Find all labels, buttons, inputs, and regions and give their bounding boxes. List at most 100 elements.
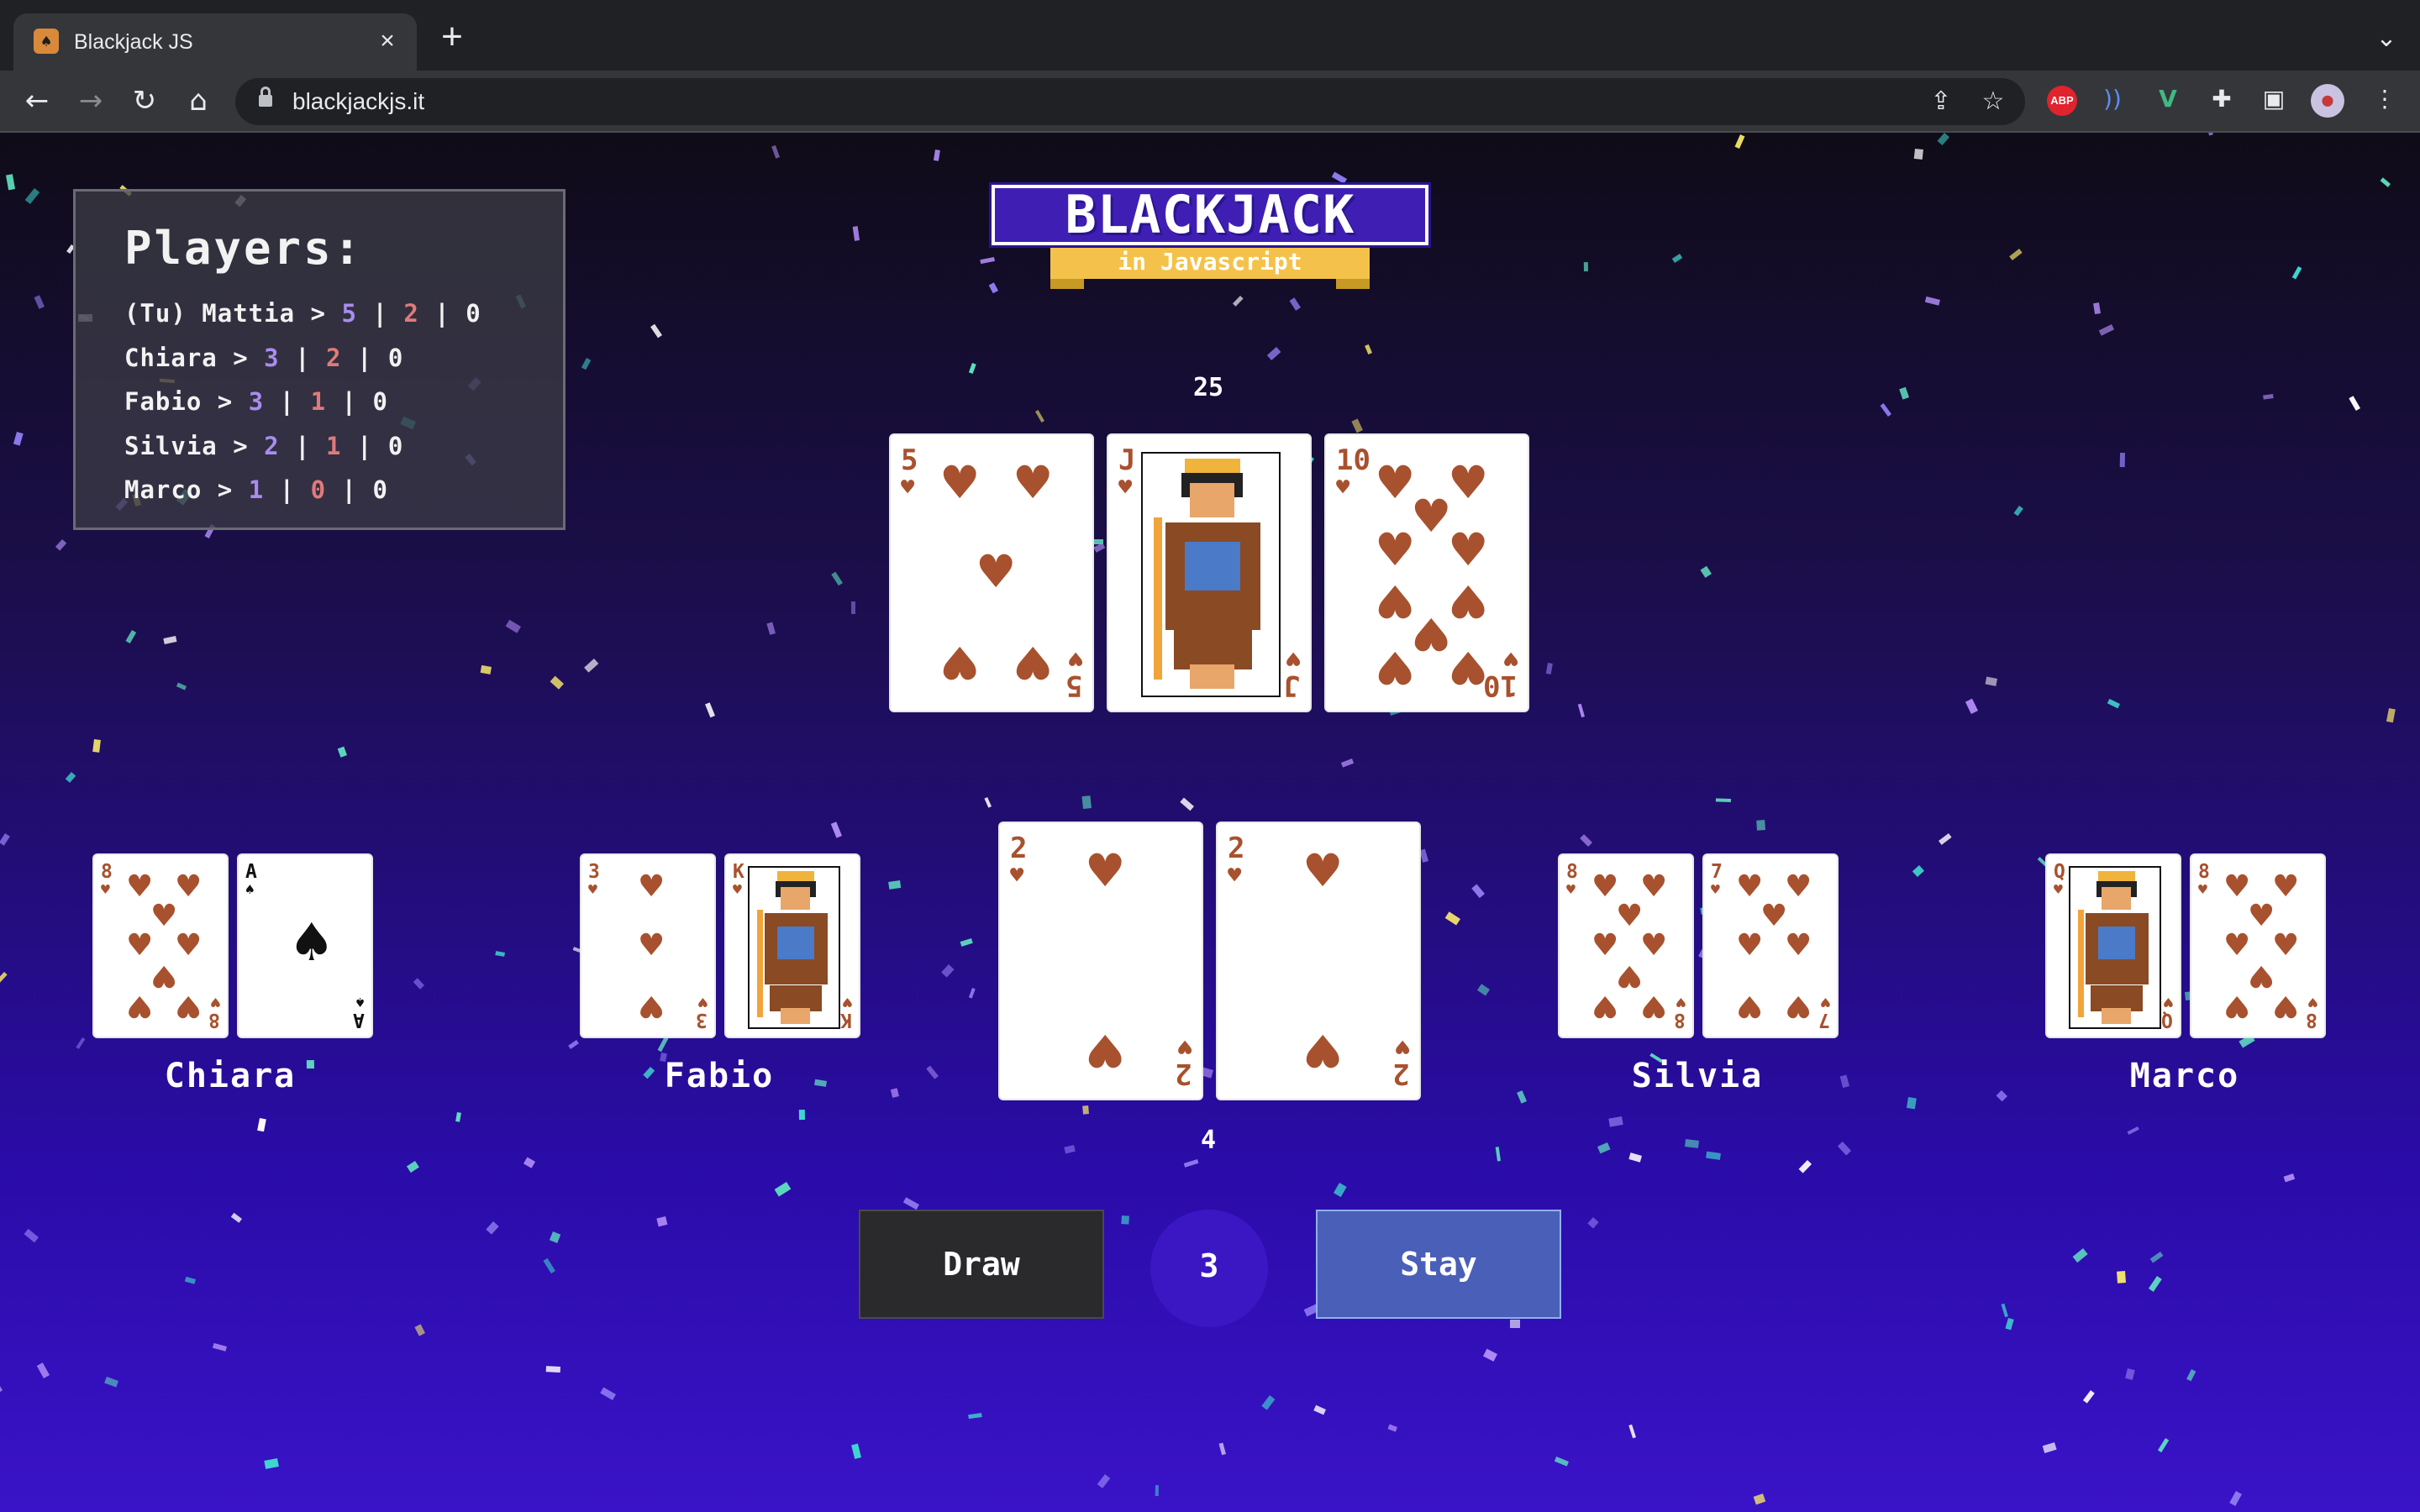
confetti-piece [1587, 1217, 1599, 1229]
confetti-piece [1937, 133, 1950, 146]
confetti-piece [13, 431, 24, 446]
avatar[interactable]: ● [2311, 84, 2344, 118]
confetti-piece [1097, 1474, 1111, 1488]
url-text[interactable]: blackjackjs.it [292, 87, 424, 117]
confetti-piece [798, 1110, 806, 1121]
playing-card: Q ♥ Q ♥ [2045, 853, 2181, 1038]
heart-icon: ♥ [1736, 928, 1764, 963]
confetti-piece [650, 323, 662, 339]
back-icon[interactable]: ← [17, 81, 57, 121]
bookmark-star-icon[interactable]: ☆ [1976, 85, 2010, 118]
confetti-piece [1583, 262, 1589, 272]
tab-close-icon[interactable]: × [373, 27, 402, 55]
confetti-piece [65, 771, 76, 783]
confetti-piece [1351, 418, 1363, 433]
draw-button[interactable]: Draw [859, 1210, 1104, 1319]
sidepanel-icon[interactable]: ▣ [2257, 82, 2291, 116]
card-rank: 8 [1566, 861, 1578, 883]
confetti-piece [55, 539, 67, 551]
share-icon[interactable]: ⇪ [1924, 85, 1958, 118]
confetti-piece [257, 1118, 266, 1132]
heart-icon: ♥ [1785, 928, 1812, 963]
confetti-piece [1266, 347, 1281, 360]
confetti-piece [495, 951, 506, 957]
heart-icon: ♥ [1640, 869, 1668, 904]
heart-icon: ♥ [1591, 989, 1619, 1023]
confetti-piece [2149, 1252, 2164, 1263]
player-wins: 1 [248, 475, 265, 504]
confetti-piece [5, 174, 15, 191]
confetti-piece [1608, 1116, 1623, 1127]
heart-icon: ♥ [1010, 863, 1024, 889]
confetti-piece [125, 630, 137, 643]
card-rank: 10 [1336, 444, 1370, 477]
playing-card: 7 ♥ 7 ♥ ♥ ♥ ♥ ♥ ♥ ♥ ♥ [1702, 853, 1839, 1038]
confetti-piece [480, 664, 492, 675]
forward-icon[interactable]: → [71, 81, 111, 121]
face-card-figure [2069, 866, 2161, 1029]
stay-button[interactable]: Stay [1316, 1210, 1561, 1319]
confetti-piece [774, 1181, 792, 1197]
player-row: Marco > 1 | 0 | 0 [124, 475, 388, 504]
confetti-piece [24, 188, 40, 205]
player-ties: 0 [372, 387, 388, 416]
heart-icon: ♥ [211, 993, 220, 1011]
menu-kebab-icon[interactable]: ⋮ [2368, 82, 2402, 116]
confetti-piece [1313, 1404, 1327, 1415]
heart-icon: ♥ [1616, 899, 1644, 933]
browser-tab[interactable]: ♠ Blackjack JS × [13, 13, 417, 71]
abp-icon[interactable]: ABP [2047, 86, 2077, 116]
new-tab-button[interactable]: + [434, 18, 471, 57]
favicon-icon: ♠ [34, 29, 59, 54]
heart-icon: ♥ [1591, 928, 1619, 963]
heart-icon: ♥ [1736, 869, 1764, 904]
card-rank: A [245, 861, 257, 883]
face-card-figure [1141, 452, 1281, 697]
confetti-piece [1580, 834, 1592, 847]
confetti-piece [926, 1065, 939, 1079]
player-name: (Tu) Mattia [124, 299, 296, 328]
confetti-piece [2380, 177, 2391, 187]
heart-icon: ♥ [1013, 456, 1054, 509]
confetti-piece [1081, 795, 1092, 810]
playing-card: 5 ♥ 5 ♥ ♥ ♥ ♥ ♥ ♥ [889, 433, 1094, 712]
heart-icon: ♥ [2164, 993, 2173, 1011]
heart-icon: ♥ [1448, 523, 1489, 576]
player-name: Chiara [124, 344, 218, 372]
player-wins: 2 [264, 432, 280, 460]
address-bar[interactable]: blackjackjs.it ⇪ ☆ [235, 78, 2025, 125]
player-name: Marco [124, 475, 203, 504]
playing-card: 3 ♥ 3 ♥ ♥ ♥ ♥ [580, 853, 716, 1038]
confetti-piece [1554, 1457, 1569, 1467]
confetti-piece [1082, 1105, 1090, 1115]
opponent-name: Chiara [164, 1057, 297, 1095]
reload-icon[interactable]: ↻ [124, 81, 165, 121]
heart-icon: ♥ [1118, 475, 1133, 501]
heart-icon: ♥ [1068, 645, 1082, 671]
logo-subtitle: in Javascript [1118, 248, 1302, 276]
confetti-piece [1939, 833, 1952, 845]
card-rank: J [1282, 669, 1300, 702]
home-icon[interactable]: ⌂ [178, 81, 218, 121]
tab-search-chevron-icon[interactable]: ⌄ [2370, 22, 2403, 55]
confetti-piece [600, 1387, 616, 1400]
puzzle-icon[interactable]: ✚ [2205, 82, 2238, 116]
heart-icon: ♥ [1375, 456, 1416, 509]
heart-icon: ♥ [175, 869, 203, 904]
dealer-score: 25 [1192, 373, 1224, 402]
confetti-piece [2072, 1248, 2088, 1263]
browser-chrome: ♠ Blackjack JS × + ⌄ ← → ↻ ⌂ blackjackjs… [0, 0, 2420, 133]
audio-icon[interactable]: )) [2096, 82, 2129, 116]
confetti-piece [1035, 410, 1044, 423]
heart-icon: ♥ [901, 475, 915, 501]
heart-icon: ♥ [588, 881, 597, 899]
card-rank: Q [2054, 861, 2065, 883]
confetti-piece [831, 571, 843, 586]
confetti-piece [406, 1161, 419, 1173]
confetti-piece [968, 988, 976, 999]
heart-icon: ♥ [1302, 844, 1344, 897]
card-rank: 7 [1818, 1009, 1830, 1031]
confetti-piece [1734, 134, 1745, 150]
vue-icon[interactable]: V [2151, 82, 2185, 116]
confetti-piece [486, 1221, 499, 1235]
